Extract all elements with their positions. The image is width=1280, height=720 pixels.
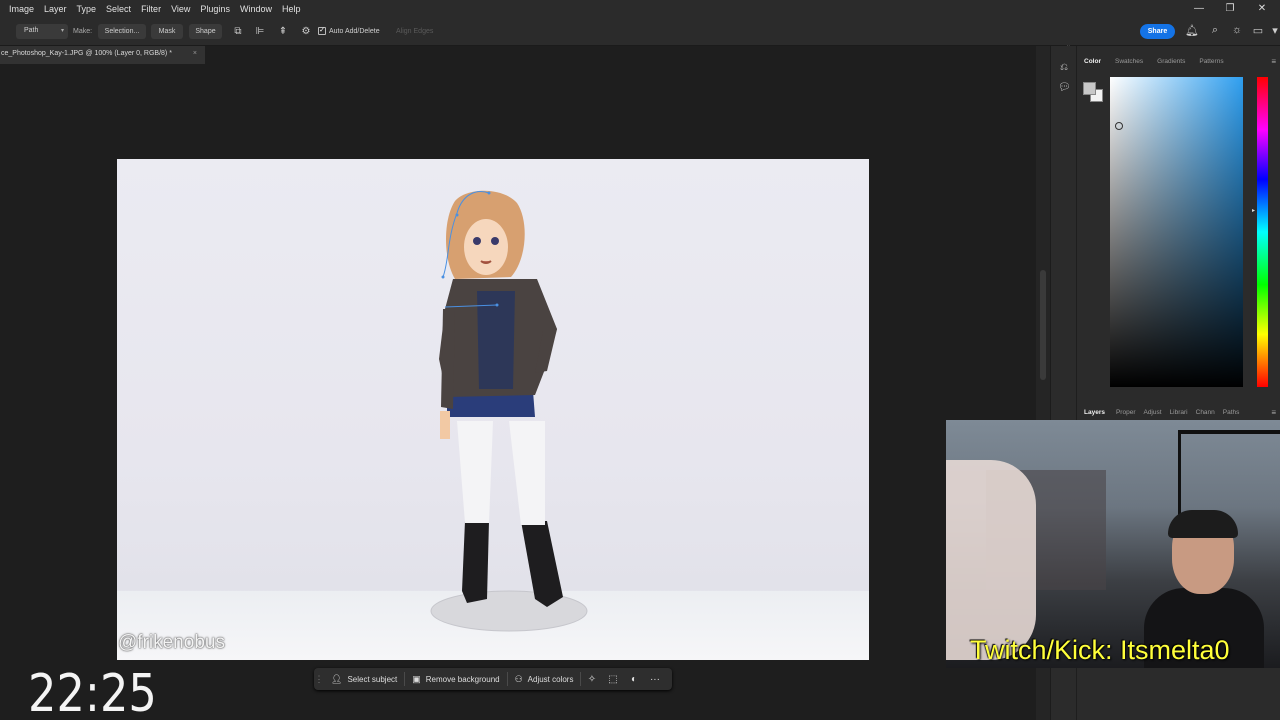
align-edges-checkbox: Align Edges (396, 28, 434, 35)
make-shape-button[interactable]: Shape (189, 24, 222, 39)
webcam-channel-text: Twitch/Kick: Itsmelta0 (970, 635, 1230, 665)
canvas-scrollbar[interactable] (1040, 270, 1046, 380)
more-button[interactable]: ··· (644, 674, 665, 685)
select-subject-label: Select subject (347, 674, 398, 684)
remove-background-label: Remove background (425, 674, 500, 684)
tab-adjustments[interactable]: Adjust (1139, 409, 1165, 416)
figure-photo (430, 190, 588, 632)
remove-background-button[interactable]: ▣ Remove background (405, 668, 506, 690)
stream-timer: 22:25 (28, 664, 157, 720)
menu-view[interactable]: View (166, 4, 195, 14)
auto-add-delete-checkbox[interactable]: ✓ Auto Add/Delete (318, 27, 380, 35)
document-tab[interactable]: ce_Photoshop_Kay-1.JPG @ 100% (Layer 0, … (0, 46, 205, 64)
close-icon[interactable]: ✕ (1246, 0, 1278, 17)
layers-panel-tabs: Layers Proper Adjust Librari Chann Paths… (1077, 404, 1280, 420)
person-icon: 👤︎ (331, 673, 343, 684)
tab-layers[interactable]: Layers (1077, 409, 1112, 416)
webcam-overlay: Twitch/Kick: Itsmelta0 (946, 420, 1280, 668)
tab-gradients[interactable]: Gradients (1150, 58, 1192, 65)
document-tab-title: ce_Photoshop_Kay-1.JPG @ 100% (Layer 0, … (1, 50, 172, 57)
document-image[interactable]: @frikenobus (117, 159, 869, 660)
webcam-pillow (946, 460, 1036, 660)
menu-image[interactable]: Image (0, 4, 39, 14)
menu-type[interactable]: Type (72, 4, 102, 14)
tab-libraries[interactable]: Librari (1166, 409, 1192, 416)
options-bar: Path ▾ Make: Selection... Mask Shape ⧉ ⊫… (0, 17, 1280, 46)
adjust-icon: ⚇ (514, 673, 523, 684)
workspace-icon[interactable]: ▭ (1251, 24, 1265, 37)
drag-handle-icon[interactable]: ⋮ (314, 668, 324, 690)
color-panel-tabs: Color Swatches Gradients Patterns ≡ (1077, 53, 1280, 69)
chevron-down-icon: ▾ (60, 28, 64, 34)
webcam-person (1168, 510, 1238, 538)
path-mode-value: Path (24, 27, 39, 34)
menu-bar: Image Layer Type Select Filter View Plug… (0, 0, 1280, 17)
checkbox-checked-icon: ✓ (318, 27, 326, 35)
panel-menu-icon[interactable]: ≡ (1271, 57, 1276, 66)
comments-icon[interactable]: 💬︎ (1058, 82, 1071, 93)
make-label: Make: (73, 28, 93, 35)
color-picker-field[interactable] (1110, 77, 1243, 387)
contextual-task-bar: ⋮ 👤︎ Select subject ▣ Remove background … (314, 668, 672, 690)
menu-window[interactable]: Window (235, 4, 277, 14)
menu-layer[interactable]: Layer (39, 4, 72, 14)
bell-icon[interactable]: 🔔︎ (1185, 24, 1199, 37)
foreground-color-swatch[interactable] (1083, 82, 1096, 95)
watermark-text: @frikenobus (118, 632, 225, 653)
tab-paths[interactable]: Paths (1219, 409, 1244, 416)
mask-icon[interactable]: ◐ (623, 674, 644, 685)
menu-select[interactable]: Select (101, 4, 136, 14)
minimize-icon[interactable]: — (1183, 0, 1215, 17)
tab-swatches[interactable]: Swatches (1108, 58, 1150, 65)
select-subject-button[interactable]: 👤︎ Select subject (324, 668, 404, 690)
color-picker-marker[interactable] (1115, 122, 1123, 130)
canvas-area[interactable]: @frikenobus (0, 64, 1036, 720)
path-arrangement-icon[interactable]: ⇞ (276, 24, 290, 39)
tab-color[interactable]: Color (1077, 58, 1108, 65)
discover-icon[interactable]: ☼ (1230, 24, 1244, 36)
path-operations-icon[interactable]: ⧉ (231, 24, 245, 39)
history-icon[interactable]: ⎌ (1058, 62, 1070, 73)
tab-properties[interactable]: Proper (1112, 409, 1140, 416)
generative-fill-icon[interactable]: ✧ (581, 674, 602, 685)
hue-slider[interactable] (1257, 77, 1268, 387)
menu-plugins[interactable]: Plugins (195, 4, 235, 14)
webcam-background (1178, 430, 1280, 520)
panel-menu-icon[interactable]: ≡ (1271, 408, 1276, 417)
auto-add-delete-label: Auto Add/Delete (329, 27, 380, 35)
transform-icon[interactable]: ⬚ (602, 674, 623, 685)
image-icon: ▣ (412, 673, 421, 684)
restore-icon[interactable]: ❐ (1214, 0, 1246, 17)
adjust-colors-label: Adjust colors (527, 674, 574, 684)
share-button[interactable]: Share (1140, 24, 1175, 39)
search-icon[interactable]: ⌕ (1208, 24, 1222, 37)
menu-filter[interactable]: Filter (136, 4, 166, 14)
close-tab-icon[interactable]: × (193, 50, 197, 57)
path-alignment-icon[interactable]: ⊫ (253, 24, 267, 39)
gear-icon[interactable]: ⚙ (299, 24, 313, 39)
adjust-colors-button[interactable]: ⚇ Adjust colors (508, 668, 581, 690)
hue-slider-marker[interactable]: ▸ (1252, 207, 1255, 214)
menu-help[interactable]: Help (277, 4, 306, 14)
tab-patterns[interactable]: Patterns (1192, 58, 1230, 65)
make-mask-button[interactable]: Mask (151, 24, 183, 39)
make-selection-button[interactable]: Selection... (98, 24, 146, 39)
tab-channels[interactable]: Chann (1192, 409, 1219, 416)
path-mode-select[interactable]: Path ▾ (16, 24, 68, 39)
chevron-down-icon[interactable]: ▾ (1268, 24, 1280, 37)
